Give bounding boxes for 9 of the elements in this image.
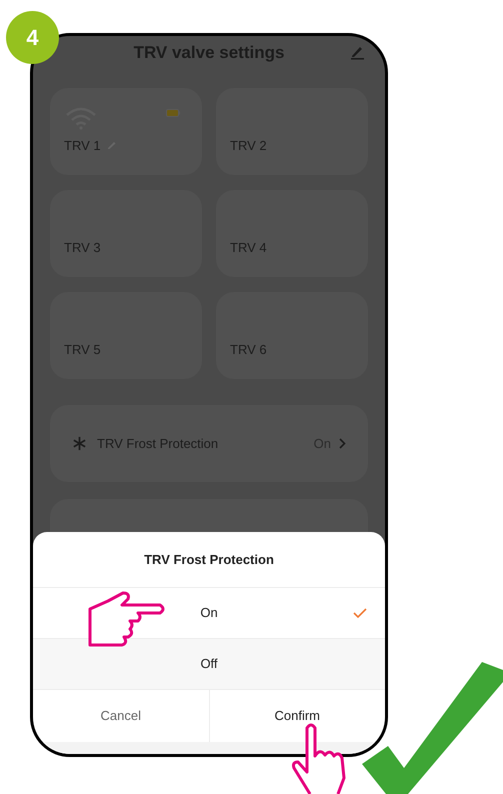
option-item[interactable]: Off [33, 638, 385, 689]
cancel-button[interactable]: Cancel [33, 690, 208, 742]
chevron-right-icon [339, 438, 346, 449]
check-icon [353, 608, 367, 618]
battery-icon [166, 109, 180, 117]
step-badge: 4 [6, 11, 59, 64]
success-checkmark-icon [360, 660, 503, 794]
sheet-title: TRV Frost Protection [144, 550, 274, 569]
edit-icon[interactable] [349, 44, 365, 60]
